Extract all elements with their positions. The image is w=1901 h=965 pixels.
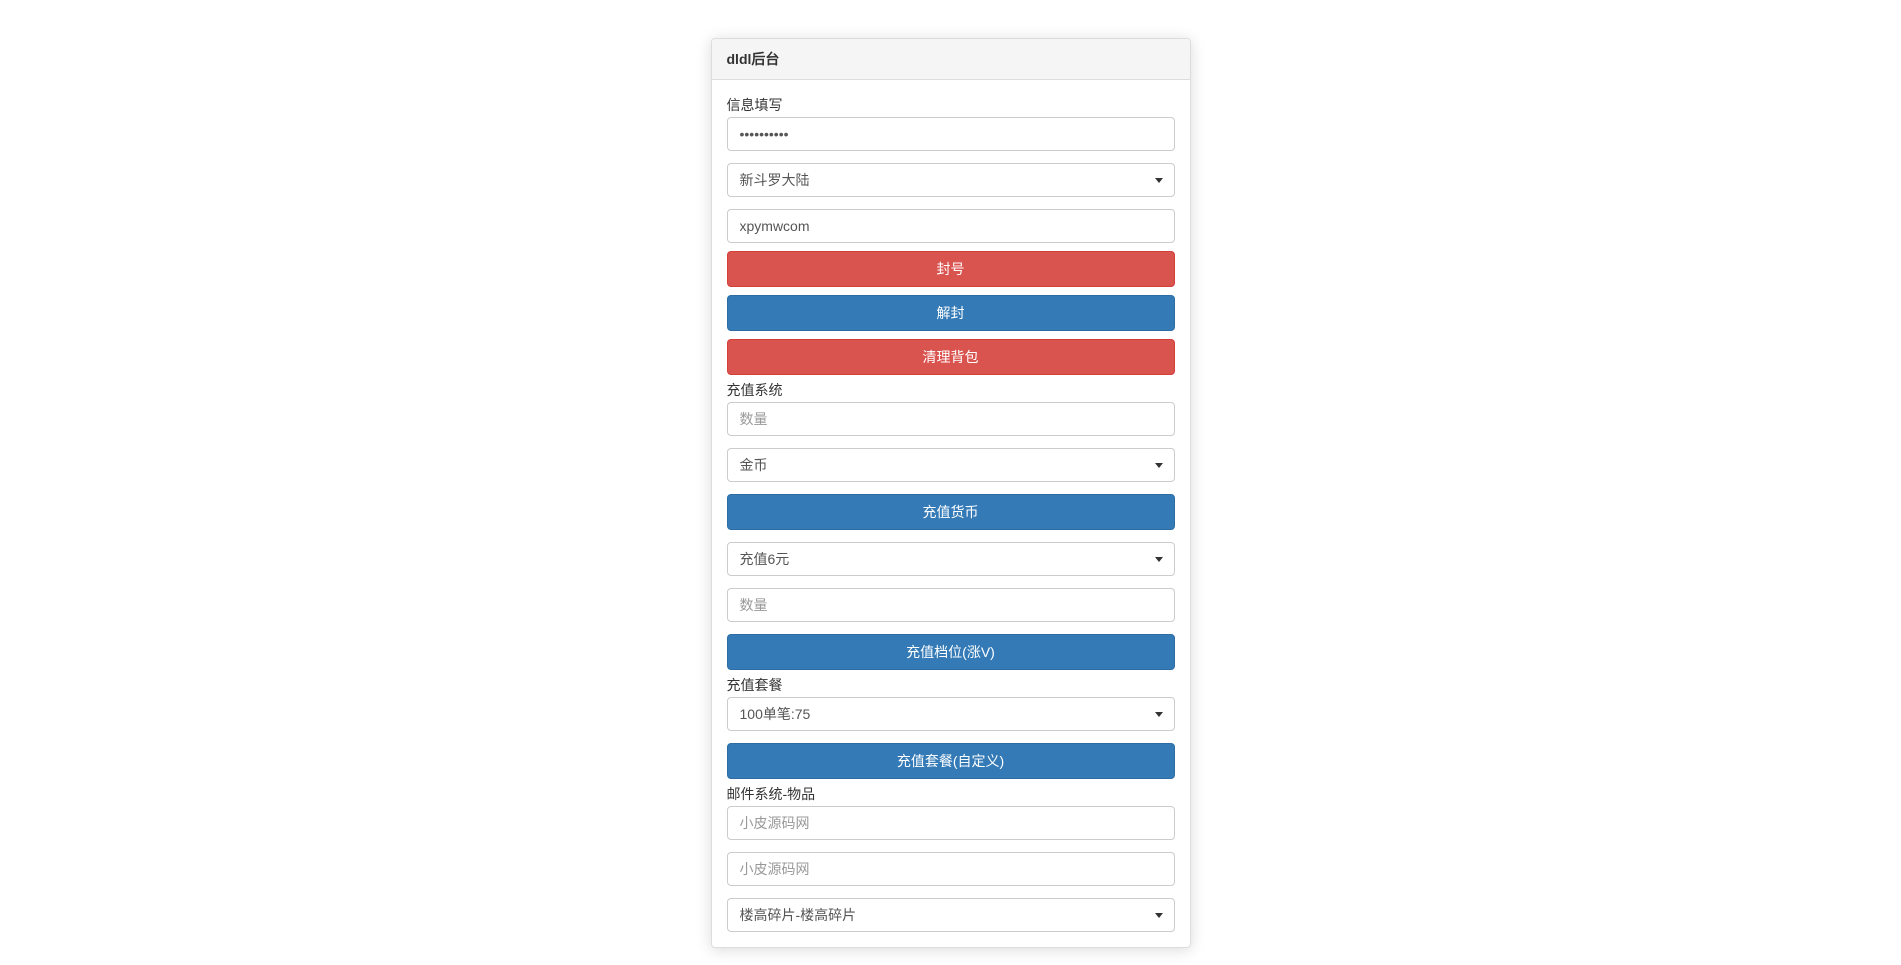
- recharge-currency-button[interactable]: 充值货币: [727, 494, 1175, 530]
- recharge-qty-input[interactable]: [727, 402, 1175, 436]
- currency-select[interactable]: 金币: [727, 448, 1175, 482]
- password-input[interactable]: [727, 117, 1175, 151]
- currency-select-value[interactable]: 金币: [727, 448, 1175, 482]
- recharge-package-button[interactable]: 充值套餐(自定义): [727, 743, 1175, 779]
- mail-item-select[interactable]: 楼高碎片-楼高碎片: [727, 898, 1175, 932]
- tier-select-value[interactable]: 充值6元: [727, 542, 1175, 576]
- panel-body: 信息填写 新斗罗大陆 封号 解封 清理背包 充值系统 金币 充值货币 充值6元 …: [712, 80, 1190, 947]
- mail-field-1[interactable]: [727, 806, 1175, 840]
- account-actions: 封号 解封 清理背包: [727, 251, 1175, 375]
- recharge-tier-button[interactable]: 充值档位(涨V): [727, 634, 1175, 670]
- ban-button[interactable]: 封号: [727, 251, 1175, 287]
- mail-item-select-value[interactable]: 楼高碎片-楼高碎片: [727, 898, 1175, 932]
- admin-panel: dldl后台 信息填写 新斗罗大陆 封号 解封 清理背包 充值系统 金币 充值货…: [711, 38, 1191, 948]
- zone-select-value[interactable]: 新斗罗大陆: [727, 163, 1175, 197]
- section-label-mail: 邮件系统-物品: [727, 784, 1175, 804]
- package-select[interactable]: 100单笔:75: [727, 697, 1175, 731]
- username-input[interactable]: [727, 209, 1175, 243]
- zone-select[interactable]: 新斗罗大陆: [727, 163, 1175, 197]
- unban-button[interactable]: 解封: [727, 295, 1175, 331]
- section-label-info: 信息填写: [727, 95, 1175, 115]
- clear-bag-button[interactable]: 清理背包: [727, 339, 1175, 375]
- panel-title: dldl后台: [712, 39, 1190, 80]
- tier-select[interactable]: 充值6元: [727, 542, 1175, 576]
- package-select-value[interactable]: 100单笔:75: [727, 697, 1175, 731]
- tier-qty-input[interactable]: [727, 588, 1175, 622]
- section-label-recharge: 充值系统: [727, 380, 1175, 400]
- mail-field-2[interactable]: [727, 852, 1175, 886]
- section-label-package: 充值套餐: [727, 675, 1175, 695]
